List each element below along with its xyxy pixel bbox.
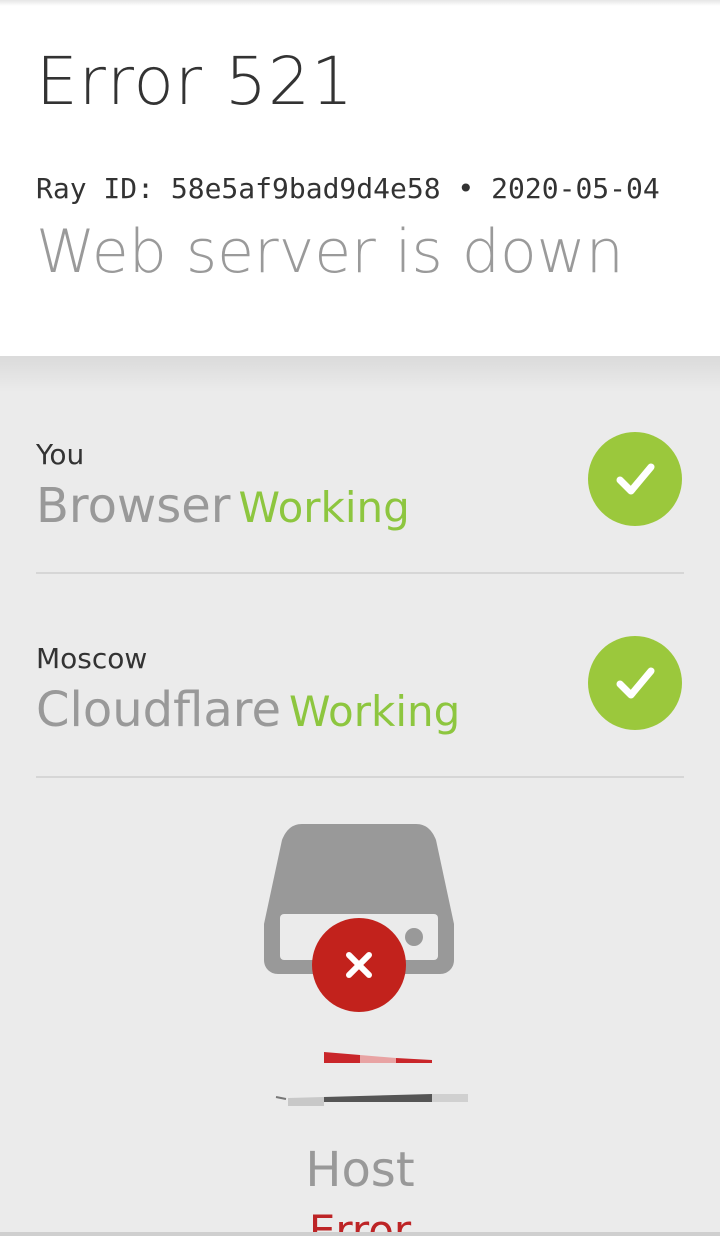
node-location: You bbox=[36, 438, 85, 471]
node-browser: You Browser Working bbox=[36, 372, 684, 574]
node-host: Host Error bbox=[0, 776, 720, 1236]
node-name: Cloudflare bbox=[36, 682, 281, 738]
top-shadow bbox=[0, 0, 720, 6]
node-name: Browser bbox=[36, 478, 231, 534]
error-subtitle: Web server is down bbox=[36, 217, 624, 287]
node-cloudflare: Moscow Cloudflare Working bbox=[36, 576, 684, 778]
check-icon bbox=[588, 636, 682, 730]
node-status: Working bbox=[238, 483, 410, 532]
node-location: Moscow bbox=[36, 642, 148, 675]
error-title: Error 521 bbox=[36, 43, 354, 120]
divider bbox=[36, 572, 684, 574]
bottom-edge bbox=[0, 1232, 720, 1236]
error-header: Error 521 Ray ID: 58e5af9bad9d4e58 • 202… bbox=[0, 0, 720, 356]
node-status: Working bbox=[288, 687, 461, 736]
x-icon bbox=[312, 918, 406, 1012]
host-name: Host bbox=[305, 1142, 415, 1198]
check-icon bbox=[588, 432, 682, 526]
node-title: Browser Working bbox=[36, 478, 410, 534]
connection-line bbox=[275, 1052, 468, 1106]
ray-id-line: Ray ID: 58e5af9bad9d4e58 • 2020-05-04 bbox=[36, 172, 660, 205]
node-title: Cloudflare Working bbox=[36, 682, 460, 738]
